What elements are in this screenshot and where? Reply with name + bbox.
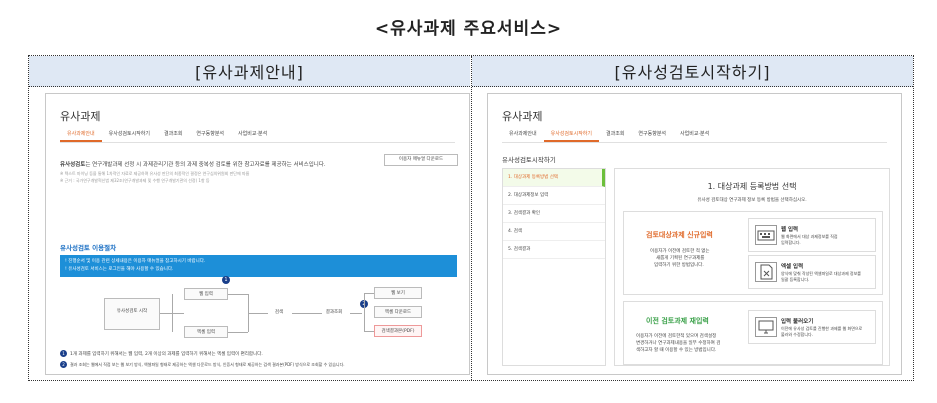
- column-divider: [471, 56, 472, 380]
- notice-line-2: ! 유사성검토 서비스는 로그인을 해야 사용할 수 있습니다.: [65, 267, 174, 272]
- web-input-title: 웹 입력: [781, 227, 799, 233]
- flow-start-box: 유사성검토 시작: [104, 298, 160, 330]
- flow-excel-download: 엑셀 다운로드: [374, 306, 422, 318]
- tab-guide[interactable]: 유사과제안내: [502, 128, 544, 142]
- procedure-title: 유사성검토 이용절차: [60, 244, 117, 252]
- excel-input-option[interactable]: 엑셀 입력 양식에 맞춰 작성된 엑셀파일로 대상과제 정보를 일괄 등록합니다…: [748, 255, 876, 289]
- flow-connector: [172, 294, 173, 332]
- excel-input-desc-2: 일괄 등록합니다.: [781, 277, 810, 282]
- panel-subtitle: 유사성 검토대상 연구과제 정보 등록 방법을 선택하십시오.: [697, 198, 807, 203]
- intro-label: 유사성검토: [60, 162, 86, 168]
- web-input-desc-2: 입력합니다.: [781, 240, 801, 245]
- excel-input-title: 엑셀 입력: [781, 264, 804, 270]
- manual-download-button[interactable]: 이용자 매뉴얼 다운로드: [384, 154, 458, 166]
- tab-business-compare[interactable]: 사업비교·분석: [673, 128, 716, 142]
- panel-heading: 1. 대상과제 등록방법 선택: [707, 182, 797, 191]
- load-input-title: 입력 불러오기: [781, 319, 814, 325]
- document-title: <유사과제 주요서비스>: [374, 19, 563, 39]
- flow-connector: [364, 293, 374, 294]
- tab-bar: 유사과제안내 유사성검토시작하기 결과조회 연구동향분석 사업비교·분석: [502, 128, 887, 143]
- tab-guide[interactable]: 유사과제안내: [60, 128, 102, 142]
- flow-connector: [364, 331, 374, 332]
- bullet-2: ※ 근거 : 국가연구개발혁신법 제32조(연구개발과제 및 수행 연구개발기관…: [60, 178, 210, 183]
- notice-banner: ! 진행순서 및 이용 관련 상세내용은 이용자 매뉴얼을 참고하시기 바랍니다…: [60, 255, 457, 277]
- tab-start-review[interactable]: 유사성검토시작하기: [543, 128, 600, 142]
- flow-connector: [228, 294, 248, 295]
- side-step-4[interactable]: 4. 검색: [503, 223, 605, 241]
- new-input-desc-1: 이용자가 이전에 검토한 적 없는: [650, 249, 710, 254]
- new-input-card[interactable]: 검토대상과제 신규입력 이용자가 이전에 검토한 적 없는 새롭게 기획된 연구…: [623, 211, 883, 295]
- note-2: 결과 조회는 웹에서 직접 보는 웹 보기 방식, 엑셀파일 형태로 제공하는 …: [70, 362, 345, 367]
- tab-results[interactable]: 결과조회: [157, 128, 189, 142]
- flow-excel-input: 엑셀 입력: [184, 326, 228, 338]
- new-input-title: 검토대상과제 신규입력: [646, 231, 713, 239]
- comparison-table: [유사과제안내] [유사성검토시작하기] 유사과제 유사과제안내 유사성검토시작…: [28, 55, 914, 381]
- left-panel-header: [유사과제안내]: [29, 56, 470, 87]
- step-1-marker: 1: [222, 276, 230, 284]
- previous-input-desc-2: 변경하거나 연구과제내용을 일부 수정하여 검: [636, 341, 721, 346]
- new-input-desc-3: 입력하기 위한 방법입니다.: [654, 263, 704, 268]
- start-similarity-review-screenshot: 유사과제 유사과제안내 유사성검토시작하기 결과조회 연구동향분석 사업비교·분…: [487, 93, 902, 375]
- note-2-marker: 2: [60, 361, 67, 368]
- side-step-1[interactable]: 1. 대상과제 등록방법 선택: [503, 169, 605, 187]
- method-panel: 1. 대상과제 등록방법 선택 유사성 검토대상 연구과제 정보 등록 방법을 …: [614, 168, 890, 366]
- new-input-desc-2: 새롭게 기획된 연구과제를: [656, 256, 705, 261]
- monitor-icon: [755, 317, 777, 337]
- flow-connector: [248, 313, 268, 314]
- similar-task-guide-screenshot: 유사과제 유사과제안내 유사성검토시작하기 결과조회 연구동향분석 사업비교·분…: [45, 93, 470, 375]
- notice-line-1: ! 진행순서 및 이용 관련 상세내용은 이용자 매뉴얼을 참고하시기 바랍니다…: [65, 259, 206, 264]
- previous-input-card[interactable]: 이전 검토과제 재입력 이용자가 이전에 검토한적 있으며 검색설정 변경하거나…: [623, 301, 883, 365]
- step-sidebar: 1. 대상과제 등록방법 선택 2. 대상과제정보 입력 3. 검색결과 확인 …: [502, 168, 606, 366]
- previous-input-desc-3: 색하고자 할 때 이용할 수 있는 방법입니다.: [636, 348, 717, 353]
- flow-web-view: 웹 보기: [374, 287, 422, 299]
- side-step-2[interactable]: 2. 대상과제정보 입력: [503, 187, 605, 205]
- flow-connector: [350, 313, 362, 314]
- tab-results[interactable]: 결과조회: [599, 128, 631, 142]
- flow-pdf: 검색결과본(PDF): [374, 325, 422, 337]
- tab-research-trends[interactable]: 연구동향분석: [189, 128, 231, 142]
- side-step-5[interactable]: 5. 검색결과: [503, 241, 605, 259]
- keyboard-icon: [755, 225, 777, 245]
- section-title: 유사성검토시작하기: [502, 156, 556, 164]
- flow-web-input: 웹 입력: [184, 288, 228, 300]
- excel-file-icon: [755, 262, 777, 282]
- flow-connector: [228, 332, 248, 333]
- intro-text: 는 연구개발과제 선정 시 과제관리기관 등의 과제 중복성 검토를 위한 참고…: [85, 162, 326, 168]
- flow-connector: [364, 293, 365, 332]
- flow-connector: [292, 313, 322, 314]
- intro-line: 유사성검토는 연구개발과제 선정 시 과제관리기관 등의 과제 중복성 검토를 …: [60, 160, 326, 168]
- note-1-marker: 1: [60, 350, 67, 357]
- web-input-option[interactable]: 웹 입력 웹 화면에서 대상 과제정보를 직접 입력합니다.: [748, 218, 876, 252]
- page-title: 유사과제: [60, 110, 101, 123]
- tab-bar: 유사과제안내 유사성검토시작하기 결과조회 연구동향분석 사업비교·분석: [60, 128, 455, 143]
- previous-input-desc-1: 이용자가 이전에 검토한적 있으며 검색설정: [636, 334, 717, 339]
- note-1: 1개 과제를 입력하기 위해서는 웹 입력, 2개 이상의 과제를 입력하기 위…: [70, 352, 263, 357]
- bullet-1: ※ 텍스트 마이닝 등을 통해 1차적인 자료로 제공하며 유사성 판단의 최종…: [60, 171, 250, 176]
- page-title: 유사과제: [502, 110, 543, 123]
- tab-start-review[interactable]: 유사성검토시작하기: [102, 128, 157, 142]
- previous-input-title: 이전 검토과제 재입력: [646, 317, 709, 325]
- load-input-option[interactable]: 입력 불러오기 이전에 유사성 검토를 진행한 과제를 웹 화면으로 불러와 수…: [748, 310, 876, 344]
- tab-research-trends[interactable]: 연구동향분석: [631, 128, 673, 142]
- side-step-3[interactable]: 3. 검색결과 확인: [503, 205, 605, 223]
- load-input-desc-2: 불러와 수정합니다.: [781, 332, 813, 337]
- right-panel-header: [유사성검토시작하기]: [472, 56, 913, 87]
- tab-business-compare[interactable]: 사업비교·분석: [231, 128, 274, 142]
